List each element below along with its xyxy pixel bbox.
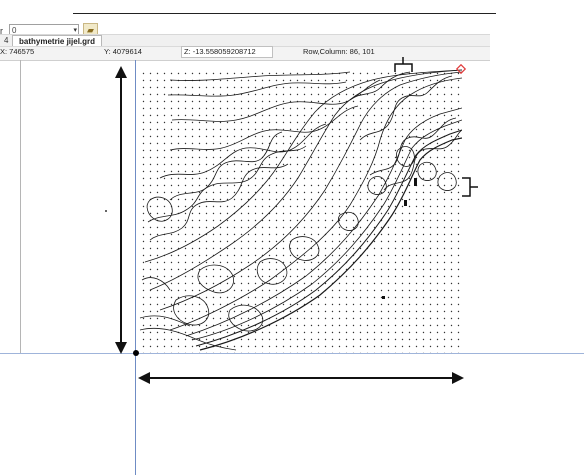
grid-nodes xyxy=(138,68,462,353)
right-bracket-marker xyxy=(462,177,478,197)
grid-map-canvas[interactable] xyxy=(0,0,584,475)
vertical-dimension-arrow xyxy=(115,66,127,354)
horizontal-dimension-arrow xyxy=(138,372,464,384)
surfer-screenshot: r 0 ▾ ▰ 4 bathymetrie jijel.grd X: 74657… xyxy=(0,0,584,475)
origin-point xyxy=(133,350,139,356)
